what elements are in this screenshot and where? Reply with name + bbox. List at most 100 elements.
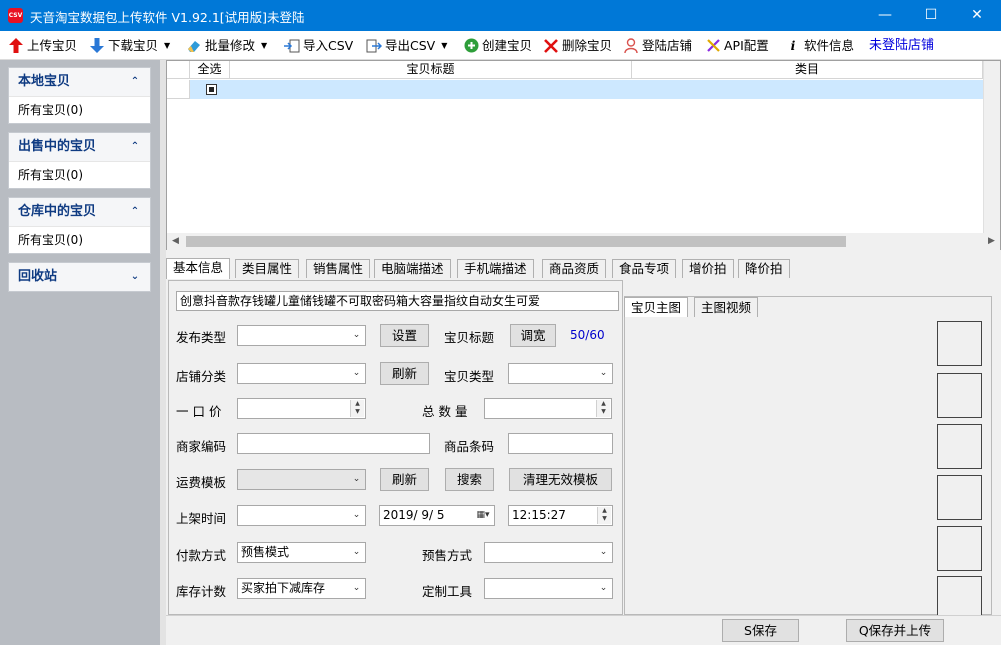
spinner-icon[interactable]: ▲ ▼ <box>596 400 610 417</box>
barcode-input[interactable] <box>508 433 613 454</box>
create-button[interactable]: 创建宝贝 <box>463 35 532 56</box>
adjust-width-button[interactable]: 调宽 <box>510 324 556 347</box>
barcode-label: 商品条码 <box>444 439 495 454</box>
image-slot[interactable] <box>937 576 982 615</box>
refresh-category-button[interactable]: 刷新 <box>380 362 429 385</box>
group-header[interactable]: 回收站 ⌄ <box>9 263 150 291</box>
publish-type-label: 发布类型 <box>176 330 227 345</box>
total-qty-label: 总 数 量 <box>422 404 468 419</box>
group-item-all[interactable]: 所有宝贝(0) <box>9 161 150 188</box>
minimize-button[interactable]: — <box>862 0 908 31</box>
listing-time-select[interactable]: ⌄ <box>237 505 366 526</box>
image-slot[interactable] <box>937 373 982 418</box>
image-slot[interactable] <box>937 526 982 571</box>
publish-type-select[interactable]: ⌄ <box>237 325 366 346</box>
import-csv-button[interactable]: 导入CSV <box>284 35 353 56</box>
scroll-left-icon[interactable]: ◀ <box>167 233 184 250</box>
merchant-code-input[interactable] <box>237 433 430 454</box>
refresh-template-button[interactable]: 刷新 <box>380 468 429 491</box>
group-header[interactable]: 出售中的宝贝 ⌃ <box>9 133 150 161</box>
presale-method-select[interactable]: ⌄ <box>484 542 613 563</box>
settings-button[interactable]: 设置 <box>380 324 429 347</box>
custom-tool-select[interactable]: ⌄ <box>484 578 613 599</box>
image-slot[interactable] <box>937 321 982 366</box>
chevron-down-icon[interactable]: ▼ <box>441 35 447 56</box>
tab-decrement-auction[interactable]: 降价拍 <box>738 259 790 278</box>
image-slot[interactable] <box>937 424 982 469</box>
column-header-select-all[interactable]: 全选 <box>190 61 230 79</box>
group-item-all[interactable]: 所有宝贝(0) <box>9 96 150 123</box>
chevron-down-icon: ⌄ <box>352 474 361 484</box>
title-input[interactable]: 创意抖音款存钱罐儿童储钱罐不可取密码箱大容量指纹自动女生可爱 <box>176 291 619 311</box>
row-checkbox[interactable] <box>206 84 217 95</box>
scroll-thumb[interactable] <box>186 236 846 247</box>
spinner-icon[interactable]: ▲ ▼ <box>597 507 611 524</box>
api-config-button[interactable]: API配置 <box>705 35 769 56</box>
software-info-button[interactable]: i 软件信息 <box>785 35 854 56</box>
group-title: 回收站 <box>18 269 58 284</box>
tab-food-special[interactable]: 食品专项 <box>612 259 677 278</box>
search-template-button[interactable]: 搜索 <box>445 468 494 491</box>
group-recycle-bin: 回收站 ⌄ <box>8 262 151 292</box>
total-qty-input[interactable]: ▲ ▼ <box>484 398 612 419</box>
image-slot[interactable] <box>937 475 982 520</box>
download-label: 下载宝贝 <box>108 38 159 53</box>
close-button[interactable]: ✕ <box>954 0 1000 31</box>
tab-pc-description[interactable]: 电脑端描述 <box>374 259 451 278</box>
shop-category-select[interactable]: ⌄ <box>237 363 366 384</box>
user-icon <box>623 38 639 54</box>
save-button[interactable]: S保存 <box>722 619 799 642</box>
group-header[interactable]: 仓库中的宝贝 ⌃ <box>9 198 150 226</box>
table-row[interactable] <box>167 80 983 99</box>
shipping-template-select[interactable]: ⌄ <box>237 469 366 490</box>
item-type-select[interactable]: ⌄ <box>508 363 613 384</box>
tab-main-video[interactable]: 主图视频 <box>694 297 759 317</box>
tab-main-images[interactable]: 宝贝主图 <box>624 297 689 317</box>
delete-x-icon <box>543 38 559 54</box>
download-button[interactable]: 下载宝贝 ▼ <box>89 35 170 56</box>
group-item-all[interactable]: 所有宝贝(0) <box>9 226 150 253</box>
maximize-button[interactable]: ☐ <box>908 0 954 31</box>
listing-time-spinner[interactable]: 12:15:27 ▲ ▼ <box>508 505 613 526</box>
horizontal-scrollbar[interactable]: ◀ ▶ <box>167 233 1000 250</box>
expand-icon[interactable]: ⌄ <box>128 270 142 284</box>
chevron-down-icon[interactable]: ▼ <box>261 35 267 56</box>
title-char-count: 50/60 <box>570 328 605 342</box>
collapse-icon[interactable]: ⌃ <box>128 205 142 219</box>
scroll-right-icon[interactable]: ▶ <box>983 233 1000 250</box>
collapse-icon[interactable]: ⌃ <box>128 140 142 154</box>
listing-date-picker[interactable]: 2019/ 9/ 5 ▦▾ <box>379 505 495 526</box>
payment-method-select[interactable]: 预售模式 ⌄ <box>237 542 366 563</box>
stock-count-select[interactable]: 买家拍下减库存 ⌄ <box>237 578 366 599</box>
login-status[interactable]: 未登陆店铺 <box>869 35 934 56</box>
upload-button[interactable]: 上传宝贝 <box>8 35 77 56</box>
login-shop-button[interactable]: 登陆店铺 <box>623 35 692 56</box>
spinner-icon[interactable]: ▲ ▼ <box>350 400 364 417</box>
group-header[interactable]: 本地宝贝 ⌃ <box>9 68 150 96</box>
software-info-label: 软件信息 <box>804 38 855 53</box>
tab-basic-info[interactable]: 基本信息 <box>166 258 231 279</box>
chevron-down-icon: ⌄ <box>352 510 361 520</box>
chevron-down-icon[interactable]: ▼ <box>164 35 170 56</box>
window-title: 天音淘宝数据包上传软件 V1.92.1[试用版]未登陆 <box>30 10 305 25</box>
delete-button[interactable]: 删除宝贝 <box>543 35 612 56</box>
price-input[interactable]: ▲ ▼ <box>237 398 366 419</box>
save-and-upload-button[interactable]: Q保存并上传 <box>846 619 944 642</box>
vertical-scrollbar[interactable] <box>983 61 1000 233</box>
item-type-label: 宝贝类型 <box>444 369 495 384</box>
calendar-icon[interactable]: ▦▾ <box>472 506 494 525</box>
export-csv-button[interactable]: 导出CSV ▼ <box>366 35 447 56</box>
time-value: 12:15:27 <box>512 508 566 522</box>
tab-increment-auction[interactable]: 增价拍 <box>682 259 734 278</box>
collapse-icon[interactable]: ⌃ <box>128 75 142 89</box>
row-header[interactable] <box>167 80 190 99</box>
item-title-label: 宝贝标题 <box>444 330 495 345</box>
tab-mobile-description[interactable]: 手机端描述 <box>457 259 534 278</box>
column-header-title[interactable]: 宝贝标题 <box>230 61 632 79</box>
tab-category-attributes[interactable]: 类目属性 <box>235 259 300 278</box>
tab-sales-attributes[interactable]: 销售属性 <box>306 259 371 278</box>
clear-invalid-templates-button[interactable]: 清理无效模板 <box>509 468 612 491</box>
batch-edit-button[interactable]: 批量修改 ▼ <box>186 35 267 56</box>
tab-product-qualification[interactable]: 商品资质 <box>542 259 607 278</box>
column-header-category[interactable]: 类目 <box>632 61 983 79</box>
